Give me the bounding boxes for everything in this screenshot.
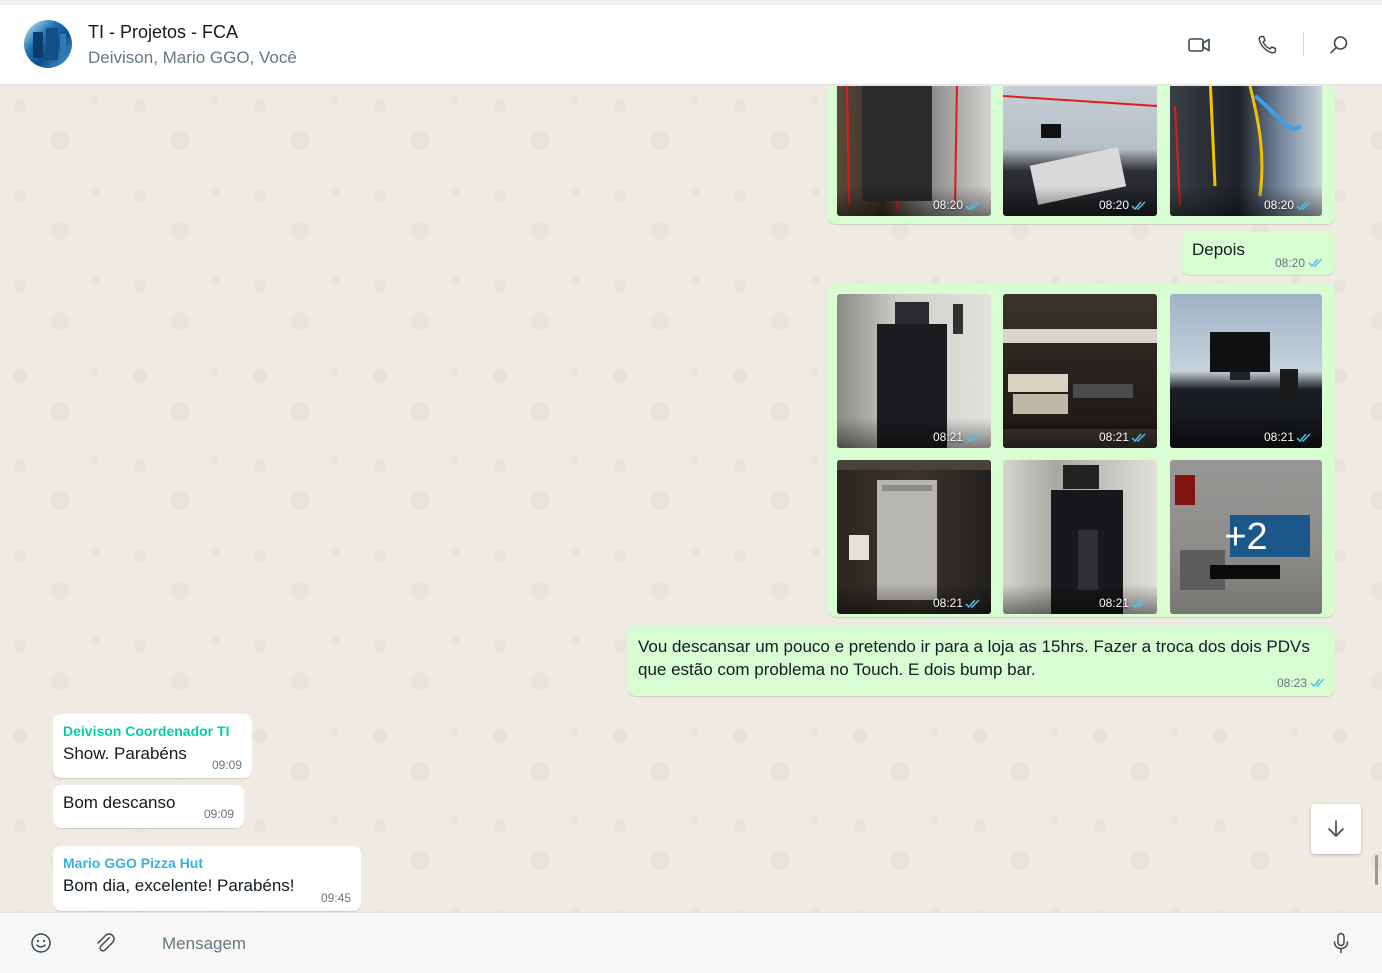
group-avatar[interactable]	[24, 20, 72, 68]
message-text-line2: que estão com problema no Touch. E dois …	[638, 660, 1036, 679]
chat-scrollbar[interactable]	[1375, 855, 1378, 885]
message-time: 08:20	[1275, 256, 1306, 270]
microphone-icon[interactable]	[1329, 931, 1353, 955]
incoming-message[interactable]: Bom descanso 09:09	[53, 785, 244, 828]
photo-time: 08:21	[932, 596, 963, 610]
photo-time: 08:20	[932, 198, 963, 212]
incoming-message[interactable]: Deivison Coordenador TI Show. Parabéns 0…	[53, 714, 252, 778]
photo-time: 08:21	[1263, 430, 1294, 444]
header-divider	[1303, 32, 1304, 56]
photo-thumbnail[interactable]: 08:21	[1170, 294, 1322, 448]
message-text-line1: Vou descansar um pouco e pretendo ir par…	[638, 637, 1310, 656]
double-check-icon	[1308, 258, 1323, 268]
video-call-icon[interactable]	[1187, 33, 1211, 57]
chat-header: TI - Projetos - FCA Deivison, Mario GGO,…	[0, 5, 1382, 85]
scroll-to-bottom-button[interactable]	[1311, 804, 1361, 854]
photo-thumbnail[interactable]: 08:21	[1003, 294, 1157, 448]
photo-thumbnail-more[interactable]: +2	[1170, 460, 1322, 614]
voice-call-icon[interactable]	[1255, 33, 1279, 57]
double-check-icon	[965, 598, 980, 608]
photo-album-message: 08:21 08:21 08:21 08:21 08:21 +2	[828, 284, 1335, 617]
message-text: Bom dia, excelente! Parabéns!	[63, 876, 295, 895]
message-text: Show. Parabéns	[63, 744, 187, 763]
photo-thumbnail[interactable]: 08:20	[1003, 86, 1157, 216]
double-check-icon	[1296, 200, 1311, 210]
photo-thumbnail[interactable]: 08:20	[1170, 86, 1322, 216]
search-icon[interactable]	[1327, 33, 1351, 57]
incoming-message[interactable]: Mario GGO Pizza Hut Bom dia, excelente! …	[53, 846, 361, 911]
photo-thumbnail[interactable]: 08:21	[1003, 460, 1157, 614]
sender-name[interactable]: Mario GGO Pizza Hut	[63, 855, 203, 871]
photo-time: 08:21	[1098, 596, 1129, 610]
message-time: 09:45	[321, 891, 352, 905]
photo-time: 08:21	[932, 430, 963, 444]
message-composer	[0, 912, 1382, 973]
photo-thumbnail[interactable]: 08:21	[837, 294, 991, 448]
double-check-icon	[965, 432, 980, 442]
more-photos-count: +2	[1170, 460, 1322, 614]
message-text: Depois	[1192, 240, 1245, 259]
chat-title[interactable]: TI - Projetos - FCA	[88, 22, 238, 43]
message-input[interactable]	[150, 925, 1314, 963]
emoji-icon[interactable]	[29, 931, 53, 955]
double-check-icon	[965, 200, 980, 210]
photo-thumbnail[interactable]: 08:20	[837, 86, 991, 216]
attach-icon[interactable]	[93, 931, 117, 955]
message-time: 09:09	[204, 807, 235, 821]
photo-time: 08:20	[1098, 198, 1129, 212]
double-check-icon	[1131, 432, 1146, 442]
chat-area[interactable]: 08:20 08:20 08:20 Depois 08:20 08:21 08:…	[0, 86, 1382, 912]
chat-participants[interactable]: Deivison, Mario GGO, Você	[88, 48, 297, 68]
photo-thumbnail[interactable]: 08:21	[837, 460, 991, 614]
outgoing-message[interactable]: Vou descansar um pouco e pretendo ir par…	[628, 626, 1335, 696]
photo-time: 08:21	[1098, 430, 1129, 444]
photo-time: 08:20	[1263, 198, 1294, 212]
double-check-icon	[1296, 432, 1311, 442]
double-check-icon	[1131, 200, 1146, 210]
double-check-icon	[1310, 678, 1325, 688]
double-check-icon	[1131, 598, 1146, 608]
message-time: 08:23	[1277, 676, 1308, 690]
arrow-down-icon	[1328, 820, 1344, 837]
message-time: 09:09	[212, 758, 243, 772]
message-text: Bom descanso	[63, 793, 176, 812]
sender-name[interactable]: Deivison Coordenador TI	[63, 723, 229, 739]
outgoing-message[interactable]: Depois 08:20	[1182, 232, 1335, 275]
photo-album-message: 08:20 08:20 08:20	[828, 86, 1335, 224]
